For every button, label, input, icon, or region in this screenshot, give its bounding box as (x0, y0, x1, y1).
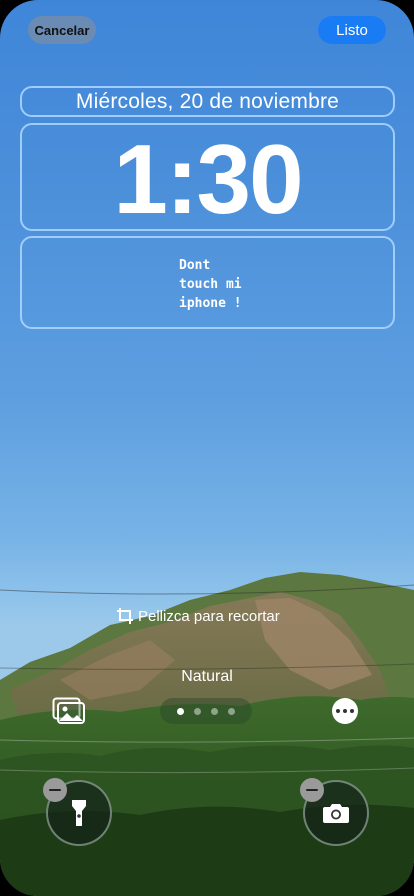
date-label: Miércoles, 20 de noviembre (75, 89, 340, 113)
widgets-slot[interactable]: Dont touch mi iphone ! (20, 236, 395, 329)
flashlight-icon (72, 800, 86, 826)
crop-icon (117, 608, 133, 624)
clock-time: 1:30 (113, 124, 303, 234)
cancel-button[interactable]: Cancelar (28, 16, 96, 44)
remove-flashlight-button[interactable] (43, 778, 67, 802)
filter-name: Natural (181, 668, 233, 685)
page-dot[interactable] (177, 707, 184, 715)
filter-page-indicator[interactable] (160, 698, 252, 724)
photos-icon[interactable] (52, 697, 86, 725)
more-options-icon[interactable] (332, 698, 358, 724)
date-widget-slot[interactable]: Miércoles, 20 de noviembre (20, 86, 395, 117)
camera-icon (323, 804, 349, 823)
clock-slot[interactable]: 1:30 (20, 123, 395, 231)
remove-camera-button[interactable] (300, 778, 324, 802)
page-dot[interactable] (211, 707, 218, 715)
done-button[interactable]: Listo (318, 16, 386, 44)
crop-hint: Pellizca para recortar (116, 607, 280, 625)
page-dot[interactable] (228, 707, 235, 715)
widget-text: Dont touch mi iphone ! (179, 258, 242, 311)
lockscreen-editor: Cancelar Listo Miércoles, 20 de noviembr… (0, 0, 414, 896)
crop-hint-label: Pellizca para recortar (138, 607, 280, 625)
page-dot[interactable] (194, 707, 201, 715)
